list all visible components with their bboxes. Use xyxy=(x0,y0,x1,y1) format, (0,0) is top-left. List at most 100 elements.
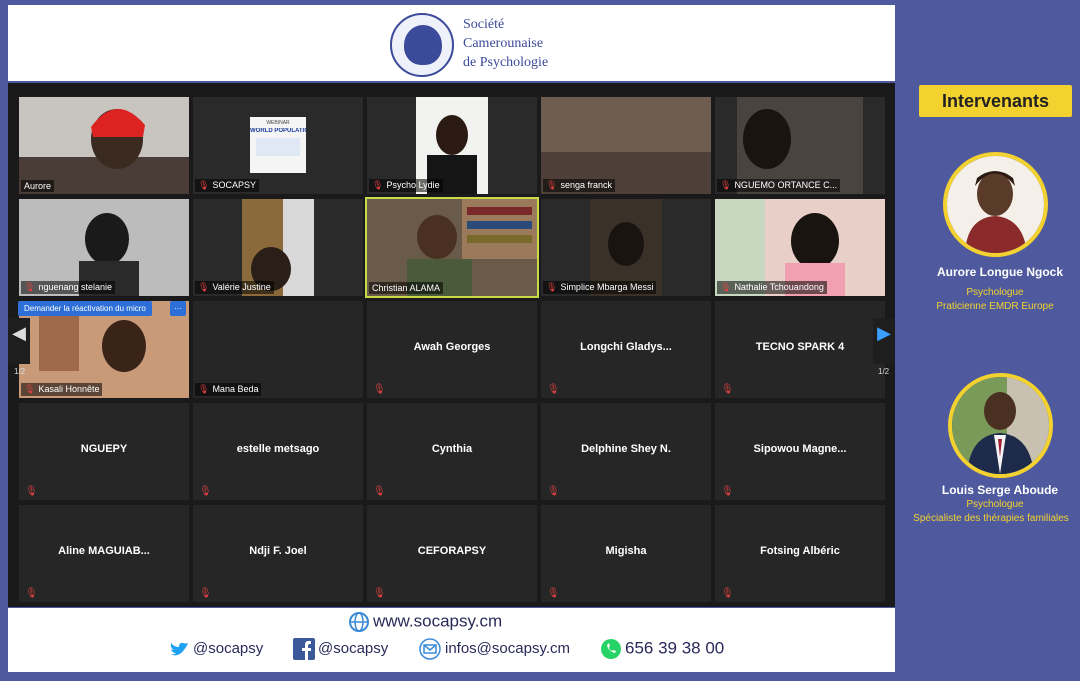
participant-label: 🎙 nguenang stelanie xyxy=(21,281,116,294)
next-page-button[interactable]: ▶ xyxy=(873,318,895,364)
participant-tile[interactable]: Delphine Shey N. 🎙 xyxy=(541,403,711,500)
participant-name: Ndji F. Joel xyxy=(249,545,307,557)
participant-name: NGUEPY xyxy=(80,443,128,455)
participant-label: 🎙 SOCAPSY xyxy=(195,179,259,192)
active-speaker-tile[interactable]: Christian ALAMA xyxy=(365,197,539,298)
mic-muted-icon: 🎙 xyxy=(546,282,558,292)
mic-muted-icon: 🎙 xyxy=(199,486,212,497)
participant-label: 🎙 Psycho Lydie xyxy=(369,179,443,192)
globe-icon xyxy=(349,612,369,632)
speaker-name: Aurore Longue Ngock xyxy=(936,265,1063,279)
participant-tile[interactable]: 🎙 Valérie Justine xyxy=(193,199,363,296)
participant-name: Fotsing Albéric xyxy=(760,545,840,557)
mic-muted-icon: 🎙 xyxy=(25,588,38,599)
participant-label: 🎙 senga franck xyxy=(543,179,615,192)
mic-muted-icon: 🎙 xyxy=(546,180,558,190)
speaker-avatar xyxy=(943,152,1048,257)
mic-muted-icon: 🎙 xyxy=(547,384,560,395)
mic-muted-icon: 🎙 xyxy=(372,180,384,190)
participant-name: Longchi Gladys... xyxy=(580,341,672,353)
participant-tile[interactable]: 🎙 NGUEMO ORTANCE C... xyxy=(715,97,885,194)
mic-muted-icon: 🎙 xyxy=(373,588,386,599)
participant-tile[interactable]: TECNO SPARK 4 🎙 xyxy=(715,301,885,398)
website-link[interactable]: www.socapsy.cm xyxy=(348,611,502,633)
header-banner: Société Camerounaise de Psychologie xyxy=(8,5,895,81)
mic-muted-icon: 🎙 xyxy=(373,384,386,395)
participant-tile[interactable]: Migisha 🎙 xyxy=(541,505,711,602)
chevron-left-icon: ◀ xyxy=(12,323,26,343)
email-link[interactable]: infos@socapsy.cm xyxy=(418,638,570,660)
twitter-link[interactable]: @socapsy xyxy=(168,640,263,658)
speaker-avatar xyxy=(948,373,1053,478)
prev-page-button[interactable]: ◀ xyxy=(8,318,30,364)
participant-label: 🎙 Mana Beda xyxy=(195,383,262,396)
mic-muted-icon: 🎙 xyxy=(547,486,560,497)
participant-name: TECNO SPARK 4 xyxy=(755,341,845,353)
participant-name: estelle metsago xyxy=(236,443,320,455)
speaker-name: Louis Serge Aboude xyxy=(941,483,1059,497)
participant-label: Christian ALAMA xyxy=(369,282,444,294)
participant-tile[interactable]: CEFORAPSY 🎙 xyxy=(367,505,537,602)
participant-label: 🎙 Kasali Honnête xyxy=(21,383,103,396)
mic-muted-icon: 🎙 xyxy=(198,282,210,292)
speaker-detail: Spécialiste des thérapies familiales xyxy=(913,513,1069,524)
participant-tile[interactable]: 🎙 Mana Beda xyxy=(193,301,363,398)
participant-tile[interactable]: Ndji F. Joel 🎙 xyxy=(193,505,363,602)
participant-name: CEFORAPSY xyxy=(417,545,487,557)
page-indicator-left: 1/2 xyxy=(14,367,26,376)
speaker-photo xyxy=(952,377,1049,474)
speakers-title: Intervenants xyxy=(919,85,1072,117)
mic-muted-icon: 🎙 xyxy=(547,588,560,599)
participant-name: Aline MAGUIAB... xyxy=(58,545,150,557)
participant-tile[interactable]: 🎙 Nathalie Tchouandong xyxy=(715,199,885,296)
mic-muted-icon: 🎙 xyxy=(721,486,734,497)
mic-muted-icon: 🎙 xyxy=(720,180,732,190)
email-icon xyxy=(419,638,441,660)
participant-tile[interactable]: WEBINAR WORLD POPULATION DA 🎙SOCAPSY xyxy=(193,97,363,194)
participant-tile[interactable]: 🎙 Psycho Lydie xyxy=(367,97,537,194)
speaker-role: Psychologue xyxy=(966,287,1024,298)
participant-tile[interactable]: Cynthia 🎙 xyxy=(367,403,537,500)
participant-label: 🎙 Simplice Mbarga Messi xyxy=(543,281,657,294)
speaker-detail: Praticienne EMDR Europe xyxy=(936,301,1054,312)
phone-number[interactable]: 656 39 38 00 xyxy=(600,638,724,660)
video-gallery: Aurore WEBINAR WORLD POPULATION DA 🎙SOCA… xyxy=(8,83,895,607)
speaker-role: Psychologue xyxy=(966,499,1024,510)
socapsy-logo xyxy=(390,13,454,77)
mic-muted-icon: 🎙 xyxy=(721,588,734,599)
participant-tile[interactable]: Sipowou Magne... 🎙 xyxy=(715,403,885,500)
participant-tile[interactable]: Awah Georges 🎙 xyxy=(367,301,537,398)
twitter-icon xyxy=(170,642,188,656)
mic-muted-icon: 🎙 xyxy=(721,384,734,395)
mic-muted-icon: 🎙 xyxy=(199,588,212,599)
mic-muted-icon: 🎙 xyxy=(25,486,38,497)
page-indicator-right: 1/2 xyxy=(878,367,890,376)
participant-name: Sipowou Magne... xyxy=(753,443,847,455)
participant-tile[interactable]: estelle metsago 🎙 xyxy=(193,403,363,500)
participant-label: 🎙 Valérie Justine xyxy=(195,281,274,294)
facebook-link[interactable]: @socapsy xyxy=(293,638,388,660)
participant-label: 🎙 NGUEMO ORTANCE C... xyxy=(717,179,841,192)
mic-muted-icon: 🎙 xyxy=(720,282,732,292)
participant-label: 🎙 Nathalie Tchouandong xyxy=(717,281,827,294)
participant-tile[interactable]: 🎙 Simplice Mbarga Messi xyxy=(541,199,711,296)
more-options-button[interactable]: ··· xyxy=(170,301,186,316)
participant-tile[interactable]: 🎙 senga franck xyxy=(541,97,711,194)
request-unmute-button[interactable]: Demander la réactivation du micro xyxy=(18,301,152,316)
participant-name: Awah Georges xyxy=(413,341,491,353)
participant-tile[interactable]: Aline MAGUIAB... 🎙 xyxy=(19,505,189,602)
participant-tile[interactable]: Fotsing Albéric 🎙 xyxy=(715,505,885,602)
participant-name: Delphine Shey N. xyxy=(581,443,671,455)
mic-muted-icon: 🎙 xyxy=(198,180,210,190)
mic-muted-icon: 🎙 xyxy=(24,384,36,394)
participant-tile[interactable]: 🎙 nguenang stelanie xyxy=(19,199,189,296)
facebook-icon xyxy=(293,638,315,660)
participant-tile[interactable]: NGUEPY 🎙 xyxy=(19,403,189,500)
participant-label: Aurore xyxy=(21,180,55,192)
mic-muted-icon: 🎙 xyxy=(24,282,36,292)
participant-tile[interactable]: Longchi Gladys... 🎙 xyxy=(541,301,711,398)
shared-slide-thumbnail: WEBINAR WORLD POPULATION DA xyxy=(250,117,306,173)
speaker-photo xyxy=(947,156,1044,253)
participant-tile[interactable]: Aurore xyxy=(19,97,189,194)
mic-muted-icon: 🎙 xyxy=(198,384,210,394)
